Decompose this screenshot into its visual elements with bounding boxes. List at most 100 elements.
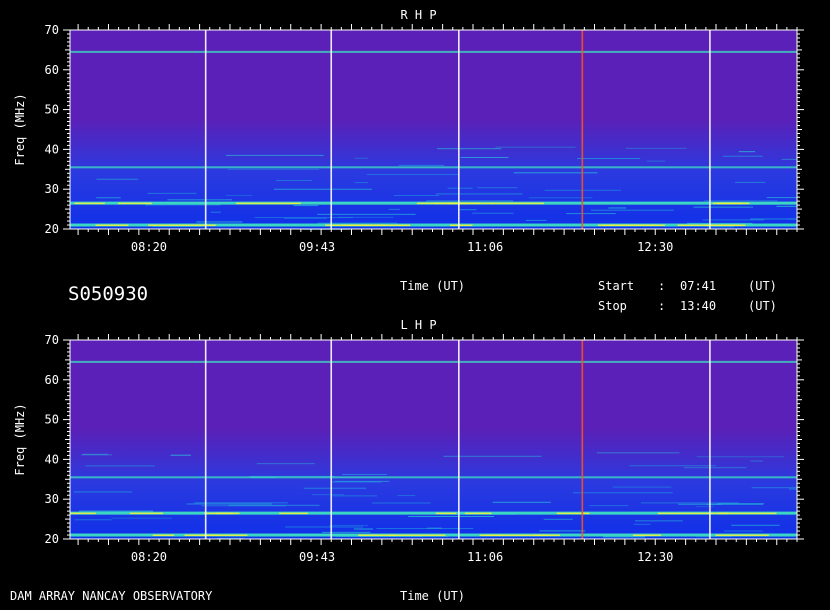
spectrum-streak (329, 524, 369, 526)
start-time: 07:41 (680, 279, 717, 293)
spectrum-streak (194, 502, 288, 504)
y-axis-label: Freq (MHz) (13, 403, 27, 475)
time-axis-label-top: Time (UT) (400, 279, 466, 293)
spectrum-streak (447, 187, 473, 189)
y-tick-label: 60 (45, 63, 59, 77)
spectrum-streak (788, 488, 797, 490)
spectrum-streak (460, 156, 509, 158)
spectrum-streak (408, 515, 495, 517)
spectrum-streak (394, 195, 440, 197)
spectrum-streak (256, 463, 315, 465)
stop-separator: : (658, 299, 666, 313)
emission-band-hot (457, 202, 494, 205)
spectrum-streak (366, 174, 460, 176)
y-tick-label: 50 (45, 103, 59, 117)
spectrum-streak (612, 486, 672, 488)
start-unit: (UT) (748, 279, 777, 293)
spectrum-streak (589, 505, 629, 507)
spectrum-streak (539, 530, 586, 532)
emission-band-hot (677, 224, 739, 227)
y-tick-label: 40 (45, 452, 59, 466)
spectrum-streak (303, 487, 367, 489)
y-tick-label: 30 (45, 492, 59, 506)
start-separator: : (658, 279, 666, 293)
emission-band-hot (632, 534, 662, 537)
x-tick-label: 09:43 (299, 550, 335, 564)
spectrum-streak (459, 209, 477, 211)
spectrum-streak (722, 155, 763, 157)
spectrum-streak (354, 157, 368, 159)
emission-band-hot (715, 534, 769, 537)
emission-band-hot (152, 534, 175, 537)
spectrum-streak (111, 517, 172, 519)
spectrum-streak (398, 164, 445, 166)
stop-time: 13:40 (680, 299, 717, 313)
spectrum-streak (426, 200, 514, 202)
emission-band-hot (435, 512, 457, 515)
spectrum-streak (330, 481, 382, 483)
observation-id: S050930 (68, 283, 149, 305)
emission-band-hot (388, 534, 446, 537)
spectrum-streak (602, 536, 645, 538)
spectrum-streak (629, 465, 717, 467)
panel-title: R H P (400, 8, 436, 22)
spectrum-streak (210, 211, 221, 213)
time-axis-label-bottom: Time (UT) (400, 589, 466, 603)
spectrum-streak (477, 187, 518, 189)
y-tick-label: 50 (45, 413, 59, 427)
spectrum-streak (74, 519, 112, 521)
emission-band-hot (712, 202, 743, 205)
spectrum-streak (704, 200, 778, 202)
spectrum-streak (321, 531, 371, 533)
spectrum-streak (342, 473, 388, 475)
spectrum-streak (353, 528, 373, 530)
spectrum-streak (751, 487, 797, 489)
spectrum-streak (81, 454, 112, 456)
spectrum-streak (693, 206, 753, 208)
spectrum-streak (276, 180, 312, 182)
spectrum-streak (273, 188, 372, 190)
spectrum-streak (435, 193, 523, 195)
emission-band-hot (70, 512, 96, 515)
x-tick-label: 11:06 (467, 550, 503, 564)
x-tick-label: 09:43 (299, 240, 335, 254)
emission-band-hot (74, 202, 105, 205)
spectrum-streak (186, 503, 273, 505)
emission-band (70, 50, 797, 53)
y-tick-label: 70 (45, 23, 59, 37)
emission-band-hot (279, 512, 309, 515)
spectrum-streak (724, 530, 763, 532)
y-tick-label: 40 (45, 142, 59, 156)
spectrum-streak (750, 460, 764, 462)
spectrum-streak (397, 495, 416, 497)
emission-band-hot (95, 224, 129, 227)
spectrum-streak (576, 158, 641, 160)
emission-band (70, 166, 797, 169)
emission-band-hot (203, 534, 248, 537)
spectrum-streak (283, 217, 327, 219)
spectrum-streak (566, 213, 616, 215)
panel-title: L H P (400, 318, 436, 332)
spectrum-streak (85, 465, 156, 467)
x-tick-label: 08:20 (131, 550, 167, 564)
spectrum-streak (225, 154, 324, 156)
spectrum-streak (495, 146, 576, 148)
spectrum-streak (354, 182, 368, 184)
spectrum-streak (702, 219, 764, 221)
emission-band-hot (118, 202, 152, 205)
y-tick-label: 30 (45, 182, 59, 196)
emission-band-hot (449, 224, 473, 227)
spectrum-streak (79, 510, 154, 512)
spectrum-streak (73, 491, 133, 493)
spectrum-streak (525, 219, 547, 221)
spectrum-streak (317, 222, 398, 224)
spectrum-streak (706, 503, 722, 505)
spectrum-streak (225, 194, 253, 196)
spectrum-streak (738, 151, 756, 153)
emission-band-hot (485, 534, 548, 537)
spectrum-streak (625, 147, 687, 149)
lhp-spectrogram: 20 30 40 50 60 70 08:20 09:43 11:06 12:30 L H P Fre… (13, 318, 804, 564)
stop-unit: (UT) (748, 299, 777, 313)
x-tick-label: 08:20 (131, 240, 167, 254)
spectrum-streak (388, 208, 400, 210)
